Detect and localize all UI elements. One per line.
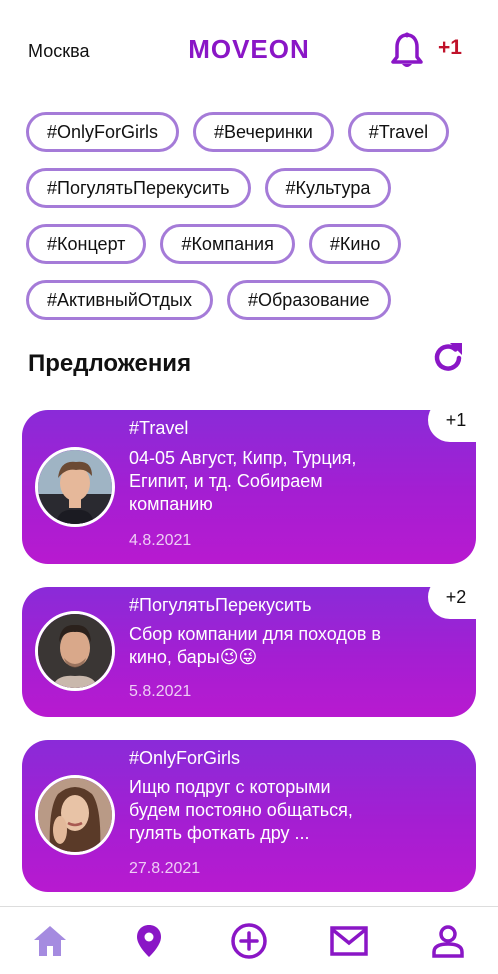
tag-chip-onlyforgirls[interactable]: #OnlyForGirls (26, 112, 180, 152)
card-tag: #Travel (129, 418, 189, 438)
suggestion-card[interactable]: #ПогулятьПерекусить Сбор компании для по… (22, 575, 480, 717)
tag-row: #OnlyForGirls #Вечеринки #Travel (26, 112, 476, 152)
suggestion-card[interactable]: #Travel 04-05 Август, Кипр, Турция, Егип… (22, 398, 480, 564)
tag-chip-walk-eat[interactable]: #ПогулятьПерекусить (26, 168, 251, 208)
avatar (35, 775, 115, 855)
notification-count: +1 (438, 36, 462, 59)
card-date: 4.8.2021 (129, 532, 192, 549)
refresh-icon[interactable] (430, 340, 466, 376)
add-circle-icon[interactable] (224, 916, 274, 966)
card-tag: #ПогулятьПерекусить (129, 595, 312, 615)
card-date: 27.8.2021 (129, 860, 201, 877)
tag-chip-education[interactable]: #Образование (226, 280, 391, 320)
section-title: Предложения (28, 350, 192, 377)
tag-row: #Концерт #Компания #Кино (26, 224, 476, 264)
response-count-badge: +2 (428, 575, 480, 619)
card-text: Ищю подруг с которыми будем постояно общ… (129, 777, 353, 843)
avatar (35, 447, 115, 527)
card-tag: #OnlyForGirls (129, 748, 241, 768)
tag-chip-active-rest[interactable]: #АктивныйОтдых (26, 280, 213, 320)
location-pin-icon[interactable] (124, 916, 174, 966)
home-icon[interactable] (25, 916, 75, 966)
card-text: Сбор компании для походов в кино, бары😉😜 (129, 624, 381, 667)
tag-filter-list: #OnlyForGirls #Вечеринки #Travel #Погуля… (26, 112, 476, 336)
response-count-badge: +1 (428, 398, 480, 442)
tag-chip-cinema[interactable]: #Кино (308, 224, 402, 264)
tag-chip-culture[interactable]: #Культура (264, 168, 392, 208)
bell-icon[interactable] (390, 32, 424, 70)
card-date: 5.8.2021 (129, 683, 192, 700)
suggestion-card[interactable]: #OnlyForGirls Ищю подруг с которыми буде… (22, 740, 476, 892)
tag-chip-travel[interactable]: #Travel (347, 112, 450, 152)
tag-row: #ПогулятьПерекусить #Культура (26, 168, 476, 208)
tag-chip-concert[interactable]: #Концерт (26, 224, 147, 264)
tag-row: #АктивныйОтдых #Образование (26, 280, 476, 320)
tag-chip-parties[interactable]: #Вечеринки (193, 112, 334, 152)
tag-chip-company[interactable]: #Компания (160, 224, 295, 264)
bottom-nav (0, 906, 498, 974)
card-text: 04-05 Август, Кипр, Турция, Египит, и тд… (129, 448, 357, 514)
avatar (35, 611, 115, 691)
app-header: Москва MOVEON +1 (0, 0, 498, 100)
profile-icon[interactable] (423, 916, 473, 966)
mail-icon[interactable] (324, 916, 374, 966)
